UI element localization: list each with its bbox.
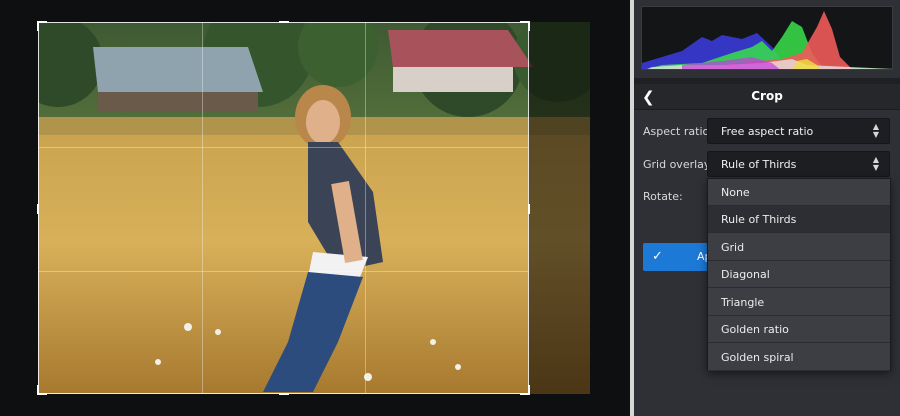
histogram [641,6,893,70]
grid-line [202,23,203,393]
dropdown-option-triangle[interactable]: Triangle [708,289,890,316]
crop-handle-top[interactable] [279,21,289,23]
dropdown-option-diagonal[interactable]: Diagonal [708,261,890,288]
dropdown-option-golden-spiral[interactable]: Golden spiral [708,344,890,371]
aspect-ratio-value: Free aspect ratio [721,125,814,138]
crop-handle-left[interactable] [37,204,39,214]
grid-overlay-label: Grid overlay: [643,158,714,171]
dropdown-option-rule-of-thirds[interactable]: Rule of Thirds [708,206,890,233]
image-canvas [0,0,630,416]
crop-handle-top-left[interactable] [37,21,47,31]
rotate-label: Rotate: [643,190,683,203]
apply-button[interactable]: ✓ Ap [643,243,713,271]
grid-overlay-dropdown: None Rule of Thirds Grid Diagonal Triang… [707,178,891,371]
crop-handle-bottom-right[interactable] [520,385,530,395]
crop-panel: ❮ Crop Aspect ratio: Free aspect ratio ▲… [634,0,900,416]
grid-overlay-select[interactable]: Rule of Thirds ▲ ▼ [707,151,890,177]
crop-header: ❮ Crop [634,84,900,110]
dropdown-option-grid[interactable]: Grid [708,234,890,261]
crop-handle-bottom[interactable] [279,393,289,395]
checkmark-icon: ✓ [652,249,663,264]
grid-line [39,147,528,148]
crop-outside-shade [528,22,590,394]
dropdown-option-none[interactable]: None [708,179,890,206]
dropdown-option-golden-ratio[interactable]: Golden ratio [708,316,890,343]
updown-arrows-icon: ▲ ▼ [872,122,880,139]
updown-arrows-icon: ▲ ▼ [872,155,880,172]
crop-handle-top-right[interactable] [520,21,530,31]
grid-overlay-value: Rule of Thirds [721,158,797,171]
crop-handle-bottom-left[interactable] [37,385,47,395]
grid-line [365,23,366,393]
panel-title: Crop [751,89,783,103]
aspect-ratio-label: Aspect ratio: [643,125,713,138]
aspect-ratio-select[interactable]: Free aspect ratio ▲ ▼ [707,118,890,144]
crop-handle-right[interactable] [528,204,530,214]
grid-line [39,271,528,272]
crop-frame[interactable] [37,21,530,395]
photo-editor: ❮ Crop Aspect ratio: Free aspect ratio ▲… [0,0,900,416]
